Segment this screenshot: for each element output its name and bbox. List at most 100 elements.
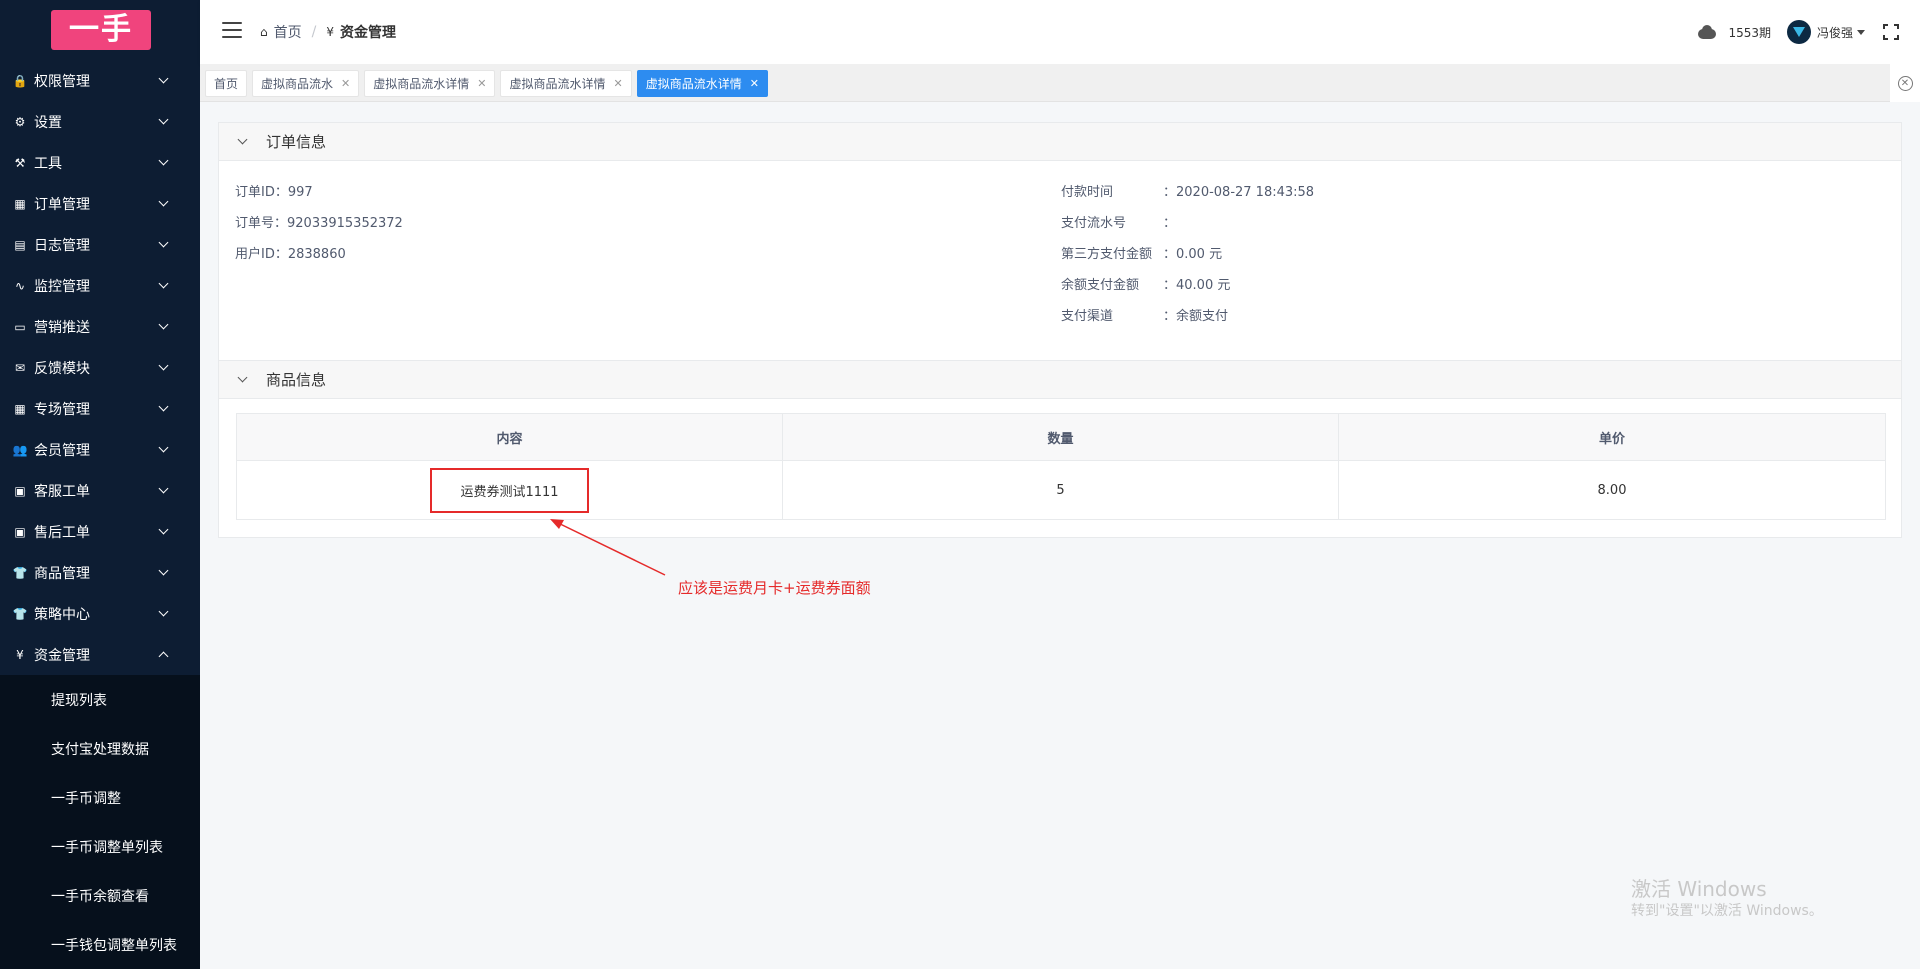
order-info-header[interactable]: 订单信息	[219, 123, 1901, 161]
chevron-down-icon	[158, 483, 169, 494]
fullscreen-icon[interactable]	[1883, 24, 1899, 40]
order-id: 订单ID：997	[235, 185, 313, 200]
chevron-down-icon	[237, 372, 248, 383]
column-header-quantity: 数量	[782, 413, 1339, 461]
sidebar-item-products[interactable]: 👕 商品管理	[0, 552, 200, 593]
tabs-bar: 首页 虚拟商品流水 ✕ 虚拟商品流水详情 ✕ 虚拟商品流水详情 ✕ 虚拟商品流水…	[200, 64, 1920, 102]
logo[interactable]: 一手	[51, 10, 151, 50]
sidebar-item-funds[interactable]: ¥ 资金管理	[0, 634, 200, 675]
section-title: 商品信息	[266, 371, 327, 389]
close-icon[interactable]: ✕	[477, 77, 486, 90]
breadcrumb-current: 资金管理	[339, 25, 396, 41]
order-number: 订单号：92033915352372	[235, 216, 403, 231]
close-icon[interactable]: ✕	[614, 77, 623, 90]
order-info-body: 订单ID：997 订单号：92033915352372 用户ID：2838860…	[219, 161, 1901, 361]
chevron-down-icon	[237, 134, 248, 145]
annotation-text: 应该是运费月卡+运费券面额	[678, 579, 871, 597]
tab-virtual-goods-detail-active[interactable]: 虚拟商品流水详情 ✕	[636, 70, 768, 97]
breadcrumb-home[interactable]: 首页	[274, 22, 302, 42]
breadcrumb-separator: /	[311, 24, 317, 40]
funds-submenu: 提现列表 支付宝处理数据 一手币调整 一手币调整单列表 一手币余额查看 一手钱包…	[0, 675, 200, 969]
cell-price: 8.00	[1338, 460, 1886, 520]
goods-info-header[interactable]: 商品信息	[219, 361, 1901, 399]
sidebar-item-label: 售后工单	[34, 524, 90, 541]
sidebar-subitem-alipay-data[interactable]: 支付宝处理数据	[0, 724, 200, 773]
sidebar: 一手 🔒 权限管理 ⚙ 设置 ⚒ 工具 ▦ 订单管理 ▤ 日志管理 ∿ 监控管理…	[0, 0, 200, 969]
grid-icon: ▦	[14, 401, 26, 416]
chevron-down-icon	[158, 401, 169, 412]
sidebar-item-aftersale-tickets[interactable]: ▣ 售后工单	[0, 511, 200, 552]
third-party-amount-row: 第三方支付金额 ：0.00 元	[1061, 243, 1314, 274]
watermark-subtitle: 转到"设置"以激活 Windows。	[1631, 903, 1823, 919]
sidebar-item-label: 商品管理	[34, 565, 90, 582]
sidebar-subitem-coin-adjust-list[interactable]: 一手币调整单列表	[0, 822, 200, 871]
sidebar-item-monitor[interactable]: ∿ 监控管理	[0, 265, 200, 306]
sidebar-subitem-withdraw-list[interactable]: 提现列表	[0, 675, 200, 724]
sidebar-subitem-coin-balance[interactable]: 一手币余额查看	[0, 871, 200, 920]
table-header-row: 内容 数量 单价	[236, 413, 1886, 461]
sidebar-item-label: 工具	[34, 155, 62, 172]
field-value: ：	[1163, 216, 1177, 231]
hammer-icon: ⚒	[14, 155, 26, 170]
close-icon[interactable]: ✕	[750, 77, 759, 90]
chevron-down-icon	[158, 524, 169, 535]
cell-quantity: 5	[782, 460, 1339, 520]
caret-down-icon[interactable]	[1857, 29, 1865, 35]
sidebar-item-logs[interactable]: ▤ 日志管理	[0, 224, 200, 265]
chevron-down-icon	[158, 278, 169, 289]
shirt-icon: 👕	[12, 606, 28, 621]
gear-icon: ⚙	[14, 114, 26, 129]
menu-toggle-icon[interactable]	[222, 22, 242, 38]
field-label: 支付流水号	[1061, 216, 1127, 231]
cell-content: 运费券测试1111	[236, 460, 783, 520]
lock-icon: 🔒	[12, 73, 28, 88]
sidebar-item-label: 设置	[34, 114, 62, 131]
chevron-down-icon	[158, 442, 169, 453]
annotation-arrow	[550, 519, 666, 576]
cloud-download-icon[interactable]	[1696, 25, 1718, 39]
sidebar-item-marketing[interactable]: ▭ 营销推送	[0, 306, 200, 347]
avatar[interactable]	[1786, 20, 1811, 44]
sidebar-item-label: 专场管理	[34, 401, 90, 418]
sidebar-item-orders[interactable]: ▦ 订单管理	[0, 183, 200, 224]
close-icon[interactable]: ✕	[341, 77, 350, 90]
sidebar-item-permissions[interactable]: 🔒 权限管理	[0, 60, 200, 101]
sidebar-subitem-wallet-adjust-list[interactable]: 一手钱包调整单列表	[0, 920, 200, 969]
header-right: 1553期 冯俊强	[1696, 0, 1920, 64]
sidebar-subitem-coin-adjust[interactable]: 一手币调整	[0, 773, 200, 822]
sidebar-item-label: 策略中心	[34, 606, 90, 623]
sidebar-item-special[interactable]: ▦ 专场管理	[0, 388, 200, 429]
tab-label: 虚拟商品流水	[261, 77, 334, 91]
chevron-down-icon	[158, 196, 169, 207]
tab-virtual-goods-detail[interactable]: 虚拟商品流水详情 ✕	[364, 70, 496, 97]
sidebar-item-label: 监控管理	[34, 278, 90, 295]
section-title: 订单信息	[266, 133, 327, 151]
username[interactable]: 冯俊强	[1817, 24, 1853, 41]
sidebar-item-label: 资金管理	[34, 647, 90, 664]
field-label: 支付渠道	[1061, 309, 1114, 324]
sidebar-item-strategy[interactable]: 👕 策略中心	[0, 593, 200, 634]
sidebar-item-service-tickets[interactable]: ▣ 客服工单	[0, 470, 200, 511]
tab-home[interactable]: 首页	[205, 70, 248, 97]
sidebar-item-members[interactable]: 👥 会员管理	[0, 429, 200, 470]
tab-label: 虚拟商品流水详情	[373, 77, 470, 91]
sidebar-item-settings[interactable]: ⚙ 设置	[0, 101, 200, 142]
sidebar-item-label: 日志管理	[34, 237, 90, 254]
close-all-tabs-button[interactable]: ✕	[1890, 64, 1920, 102]
sidebar-item-label: 权限管理	[34, 73, 90, 90]
tab-virtual-goods-flow[interactable]: 虚拟商品流水 ✕	[252, 70, 360, 97]
watermark-title: 激活 Windows	[1631, 877, 1767, 901]
sidebar-item-tools[interactable]: ⚒ 工具	[0, 142, 200, 183]
highlighted-content: 运费券测试1111	[430, 467, 589, 513]
yen-icon: ¥	[326, 25, 334, 39]
user-id: 用户ID：2838860	[235, 247, 346, 262]
sidebar-item-label: 营销推送	[34, 319, 90, 336]
tab-virtual-goods-detail[interactable]: 虚拟商品流水详情 ✕	[500, 70, 632, 97]
field-value: ：0.00 元	[1163, 247, 1223, 262]
field-label: 余额支付金额	[1061, 278, 1140, 293]
sidebar-item-feedback[interactable]: ✉ 反馈模块	[0, 347, 200, 388]
inbox-icon: ▣	[14, 483, 26, 498]
chevron-down-icon	[158, 73, 169, 84]
shirt-icon: 👕	[12, 565, 28, 580]
payment-time-row: 付款时间 ：2020-08-27 18:43:58	[1061, 181, 1314, 212]
